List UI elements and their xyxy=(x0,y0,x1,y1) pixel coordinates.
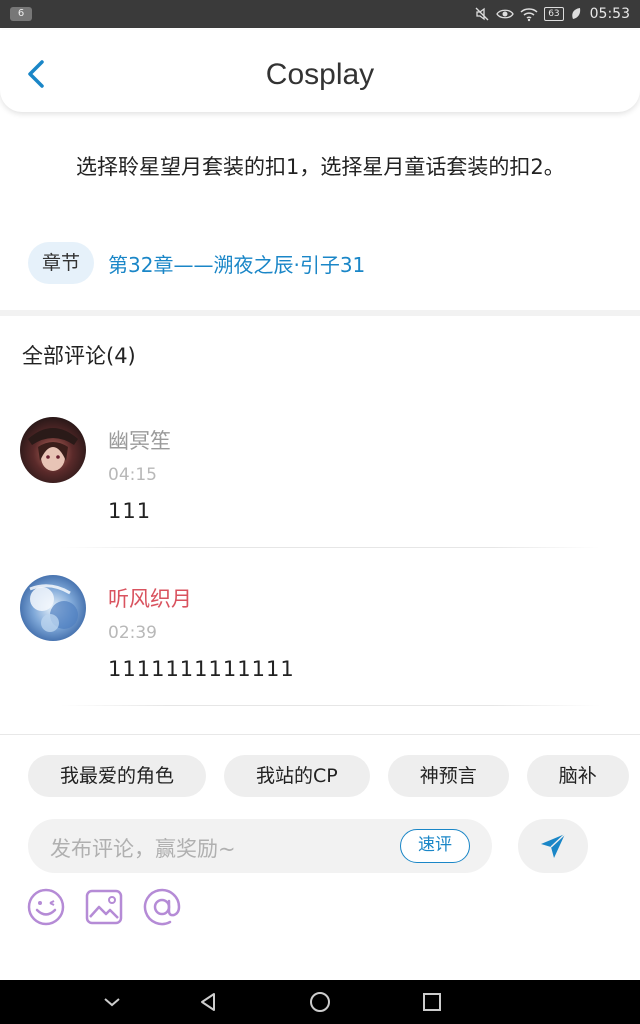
navigation-bar xyxy=(0,980,640,1024)
battery-icon: 63 xyxy=(544,7,564,21)
charging-leaf-icon xyxy=(571,8,580,19)
comment-divider xyxy=(60,705,600,706)
chapter-link[interactable]: 第32章——溯夜之辰·引子31 xyxy=(108,249,365,278)
wifi-icon xyxy=(520,8,538,22)
quick-review-button[interactable]: 速评 xyxy=(400,829,470,863)
avatar-image xyxy=(20,417,86,483)
chapter-tag: 章节 xyxy=(28,242,95,284)
comment-text: 1111111111111 xyxy=(108,657,295,681)
back-nav-icon[interactable] xyxy=(196,990,220,1014)
send-button[interactable] xyxy=(518,819,588,873)
mute-icon xyxy=(475,7,489,21)
recents-nav-icon[interactable] xyxy=(420,990,444,1014)
image-icon[interactable] xyxy=(84,887,124,927)
post-content: 选择聆星望月套装的扣1，选择星月童话套装的扣2。 xyxy=(76,155,565,179)
header-bar: Cosplay xyxy=(0,30,640,112)
comment-item: 听风织月 02:39 1111111111111 xyxy=(0,575,640,725)
comment-author[interactable]: 幽冥笙 xyxy=(108,425,171,455)
hide-keyboard-icon[interactable] xyxy=(100,990,124,1014)
comment-divider xyxy=(60,547,600,548)
notification-badge: 6 xyxy=(10,7,32,21)
emoji-icon[interactable] xyxy=(26,887,66,927)
comment-input-panel: 我最爱的角色 我站的CP 神预言 脑补 发布评论，赢奖励~ 速评 xyxy=(0,734,640,980)
avatar[interactable] xyxy=(20,417,86,483)
chapter-row: 章节 第32章——溯夜之辰·引子31 xyxy=(28,242,365,284)
comment-input[interactable]: 发布评论，赢奖励~ 速评 xyxy=(28,819,492,873)
status-bar: 6 63 05:53 xyxy=(0,0,640,28)
comment-item: 幽冥笙 04:15 111 xyxy=(0,417,640,567)
section-divider xyxy=(0,310,640,316)
chip-favorite-character[interactable]: 我最爱的角色 xyxy=(28,755,207,797)
chip-prophecy[interactable]: 神预言 xyxy=(387,755,509,797)
comments-title: 全部评论(4) xyxy=(22,344,136,368)
input-tools xyxy=(26,887,182,927)
send-icon xyxy=(541,833,566,858)
comment-time: 04:15 xyxy=(108,465,157,485)
page-title: Cosplay xyxy=(265,58,375,91)
home-nav-icon[interactable] xyxy=(308,990,332,1014)
comment-text: 111 xyxy=(108,499,152,523)
comment-time: 02:39 xyxy=(108,623,157,643)
avatar[interactable] xyxy=(20,575,86,641)
clock: 05:53 xyxy=(589,6,630,22)
chip-my-cp[interactable]: 我站的CP xyxy=(224,755,370,797)
system-icons: 63 05:53 xyxy=(474,0,630,28)
avatar-image xyxy=(20,575,86,641)
comment-author[interactable]: 听风织月 xyxy=(108,583,192,613)
chip-imagination[interactable]: 脑补 xyxy=(526,755,629,797)
eye-comfort-icon xyxy=(496,9,514,19)
at-icon[interactable] xyxy=(142,887,182,927)
quick-topic-chips: 我最爱的角色 我站的CP 神预言 脑补 xyxy=(28,755,640,797)
comment-input-placeholder[interactable]: 发布评论，赢奖励~ xyxy=(50,833,236,863)
